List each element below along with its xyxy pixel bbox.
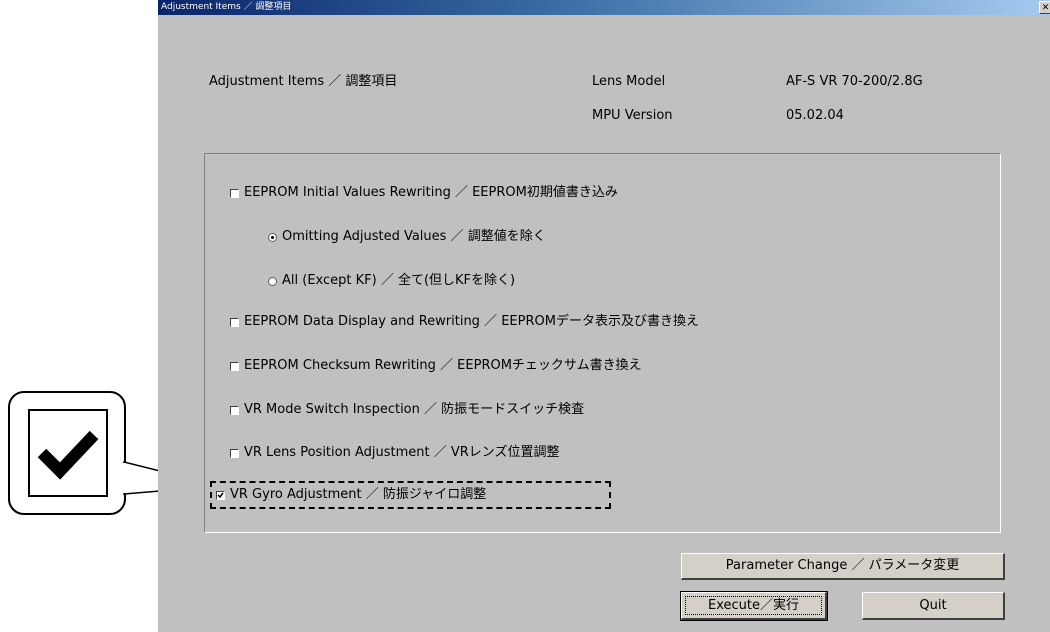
option-eeprom-display[interactable]: EEPROM Data Display and Rewriting ／ EEPR… [230, 314, 699, 330]
vr-lens-position-label: VR Lens Position Adjustment ／ VRレンズ位置調整 [244, 445, 560, 460]
eeprom-initial-label: EEPROM Initial Values Rewriting ／ EEPROM… [244, 185, 618, 200]
mpu-version-label: MPU Version [592, 108, 673, 123]
option-eeprom-initial[interactable]: EEPROM Initial Values Rewriting ／ EEPROM… [230, 185, 618, 201]
vr-lens-position-checkbox[interactable] [230, 448, 239, 458]
title-bar: Adjustment Items ／ 調整項目 ✕ [158, 0, 1050, 15]
option-all-except-kf[interactable]: All (Except KF) ／ 全て(但しKFを除く) [268, 273, 515, 289]
checkmark-icon [217, 492, 224, 498]
window-title: Adjustment Items ／ 調整項目 [161, 2, 292, 12]
quit-label: Quit [919, 598, 947, 613]
parameter-change-button[interactable]: Parameter Change ／ パラメータ変更 [681, 553, 1005, 580]
all-except-kf-radio[interactable] [268, 276, 277, 286]
execute-label: Execute／実行 [708, 598, 799, 613]
eeprom-checksum-label: EEPROM Checksum Rewriting ／ EEPROMチェックサム… [244, 358, 642, 373]
adjustment-items-window: Adjustment Items ／ 調整項目 ✕ Adjustment Ite… [158, 0, 1050, 632]
page-heading: Adjustment Items ／ 調整項目 [209, 74, 398, 89]
eeprom-checksum-checkbox[interactable] [230, 361, 239, 371]
vr-gyro-label: VR Gyro Adjustment ／ 防振ジャイロ調整 [230, 487, 487, 502]
vr-mode-switch-checkbox[interactable] [230, 405, 239, 415]
execute-button[interactable]: Execute／実行 [680, 591, 828, 621]
quit-button[interactable]: Quit [862, 592, 1005, 620]
option-vr-gyro[interactable]: VR Gyro Adjustment ／ 防振ジャイロ調整 [216, 487, 486, 503]
eeprom-display-checkbox[interactable] [230, 317, 239, 327]
close-button[interactable]: ✕ [1039, 1, 1050, 14]
option-omitting-adjusted[interactable]: Omitting Adjusted Values ／ 調整値を除く [268, 229, 546, 245]
all-except-kf-label: All (Except KF) ／ 全て(但しKFを除く) [282, 273, 516, 288]
vr-gyro-checkbox[interactable] [216, 490, 225, 500]
eeprom-initial-checkbox[interactable] [230, 188, 239, 198]
mpu-version-value: 05.02.04 [786, 108, 844, 123]
omitting-adjusted-radio[interactable] [268, 232, 277, 242]
vr-mode-switch-label: VR Mode Switch Inspection ／ 防振モードスイッチ検査 [244, 402, 585, 417]
option-vr-mode-switch[interactable]: VR Mode Switch Inspection ／ 防振モードスイッチ検査 [230, 402, 584, 418]
adjustment-options-panel [204, 153, 1001, 533]
option-eeprom-checksum[interactable]: EEPROM Checksum Rewriting ／ EEPROMチェックサム… [230, 358, 642, 374]
eeprom-display-label: EEPROM Data Display and Rewriting ／ EEPR… [244, 314, 699, 329]
parameter-change-label: Parameter Change ／ パラメータ変更 [725, 558, 960, 573]
option-vr-lens-position[interactable]: VR Lens Position Adjustment ／ VRレンズ位置調整 [230, 445, 560, 461]
lens-model-value: AF-S VR 70-200/2.8G [786, 74, 923, 89]
lens-model-label: Lens Model [592, 74, 666, 89]
close-icon: ✕ [1041, 3, 1050, 13]
omitting-adjusted-label: Omitting Adjusted Values ／ 調整値を除く [282, 229, 546, 244]
